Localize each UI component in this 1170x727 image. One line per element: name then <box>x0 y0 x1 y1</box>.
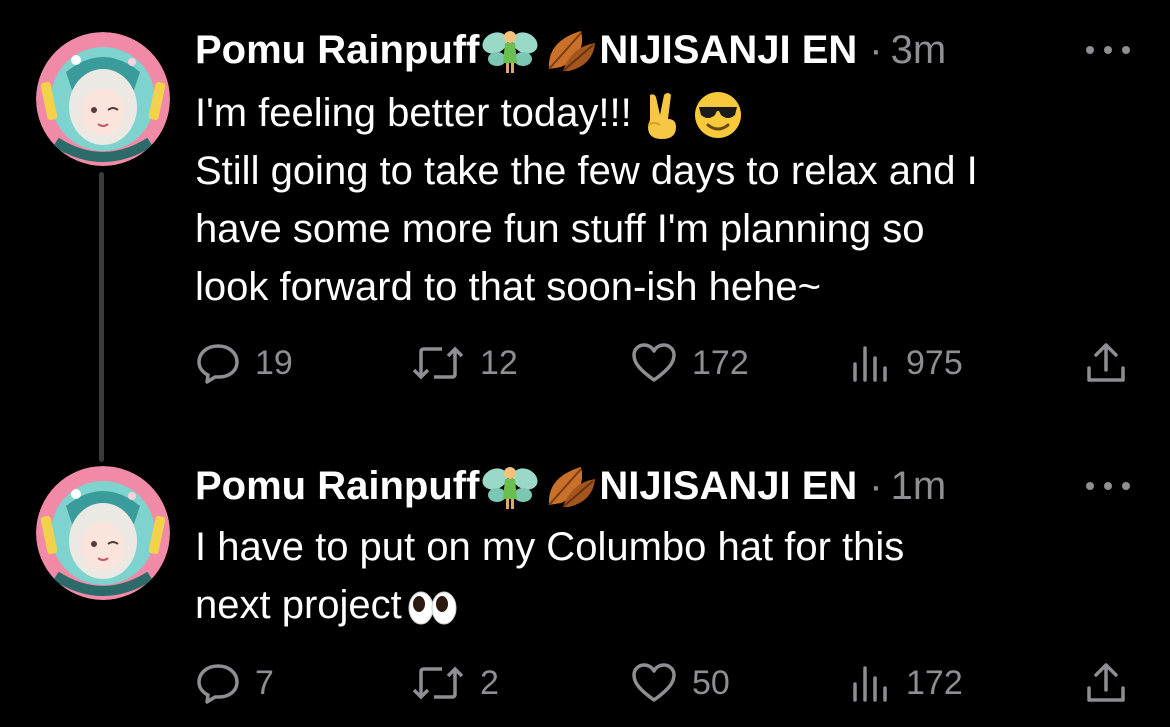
retweet-count: 12 <box>480 343 518 382</box>
fallen-leaf-emoji <box>541 461 599 511</box>
action-bar: 7 2 50 172 <box>195 658 1130 708</box>
heart-icon <box>630 660 678 706</box>
fairy-emoji <box>481 461 539 511</box>
body-line: I have to put on my Columbo hat for this <box>195 525 905 569</box>
retweet-button[interactable]: 2 <box>410 658 499 708</box>
avatar[interactable] <box>36 32 170 166</box>
tweet-header: Pomu Rainpuff NIJISANJI EN · 1m <box>195 458 946 514</box>
more-dots-icon[interactable] <box>1086 40 1130 60</box>
reply-button[interactable]: 7 <box>195 658 274 708</box>
like-button[interactable]: 50 <box>630 658 730 708</box>
views-chart-icon <box>850 660 892 706</box>
views-button[interactable]: 172 <box>850 658 963 708</box>
avatar[interactable] <box>36 466 170 600</box>
display-name[interactable]: Pomu Rainpuff <box>195 464 479 509</box>
reply-count: 7 <box>255 663 274 702</box>
body-line-text: I'm feeling better today!!! <box>195 91 632 135</box>
reply-count: 19 <box>255 343 293 382</box>
timestamp[interactable]: 1m <box>891 464 947 509</box>
eyes-emoji <box>406 581 458 633</box>
more-dots-icon[interactable] <box>1086 476 1130 496</box>
tweet-body: I'm feeling better today!!! Still going … <box>195 84 1135 316</box>
body-line: have some more fun stuff I'm planning so <box>195 207 925 251</box>
views-count: 975 <box>906 343 963 382</box>
retweet-icon <box>410 340 466 386</box>
tweet[interactable]: Pomu Rainpuff NIJISANJI EN · 3m I'm feel… <box>0 0 1170 440</box>
separator-dot: · <box>869 463 883 508</box>
body-line-text: next project <box>195 583 402 627</box>
share-button[interactable] <box>1083 658 1129 708</box>
like-button[interactable]: 172 <box>630 338 749 388</box>
reply-icon <box>195 660 241 706</box>
like-count: 50 <box>692 663 730 702</box>
body-line: Still going to take the few days to rela… <box>195 149 978 193</box>
views-chart-icon <box>850 340 892 386</box>
timestamp[interactable]: 3m <box>891 28 947 73</box>
retweet-button[interactable]: 12 <box>410 338 518 388</box>
views-count: 172 <box>906 663 963 702</box>
tweet-body: I have to put on my Columbo hat for this… <box>195 518 1135 634</box>
fairy-emoji <box>481 25 539 75</box>
retweet-icon <box>410 660 466 706</box>
like-count: 172 <box>692 343 749 382</box>
views-button[interactable]: 975 <box>850 338 963 388</box>
tweet[interactable]: Pomu Rainpuff NIJISANJI EN · 1m I have t… <box>0 440 1170 727</box>
share-icon <box>1083 660 1129 706</box>
display-name-suffix: NIJISANJI EN <box>599 27 858 72</box>
share-button[interactable] <box>1083 338 1129 388</box>
body-line: next project <box>195 576 1135 634</box>
fallen-leaf-emoji <box>541 25 599 75</box>
heart-icon <box>630 340 678 386</box>
body-line: I'm feeling better today!!! <box>195 84 1135 142</box>
retweet-count: 2 <box>480 663 499 702</box>
share-icon <box>1083 340 1129 386</box>
separator-dot: · <box>869 27 883 72</box>
action-bar: 19 12 172 975 <box>195 338 1130 388</box>
reply-button[interactable]: 19 <box>195 338 293 388</box>
victory-hand-emoji <box>636 89 688 141</box>
body-line: look forward to that soon-ish hehe~ <box>195 265 821 309</box>
reply-icon <box>195 340 241 386</box>
tweet-header: Pomu Rainpuff NIJISANJI EN · 3m <box>195 22 946 78</box>
display-name[interactable]: Pomu Rainpuff <box>195 28 479 73</box>
display-name-suffix: NIJISANJI EN <box>599 463 858 508</box>
sunglasses-face-emoji <box>692 89 744 141</box>
